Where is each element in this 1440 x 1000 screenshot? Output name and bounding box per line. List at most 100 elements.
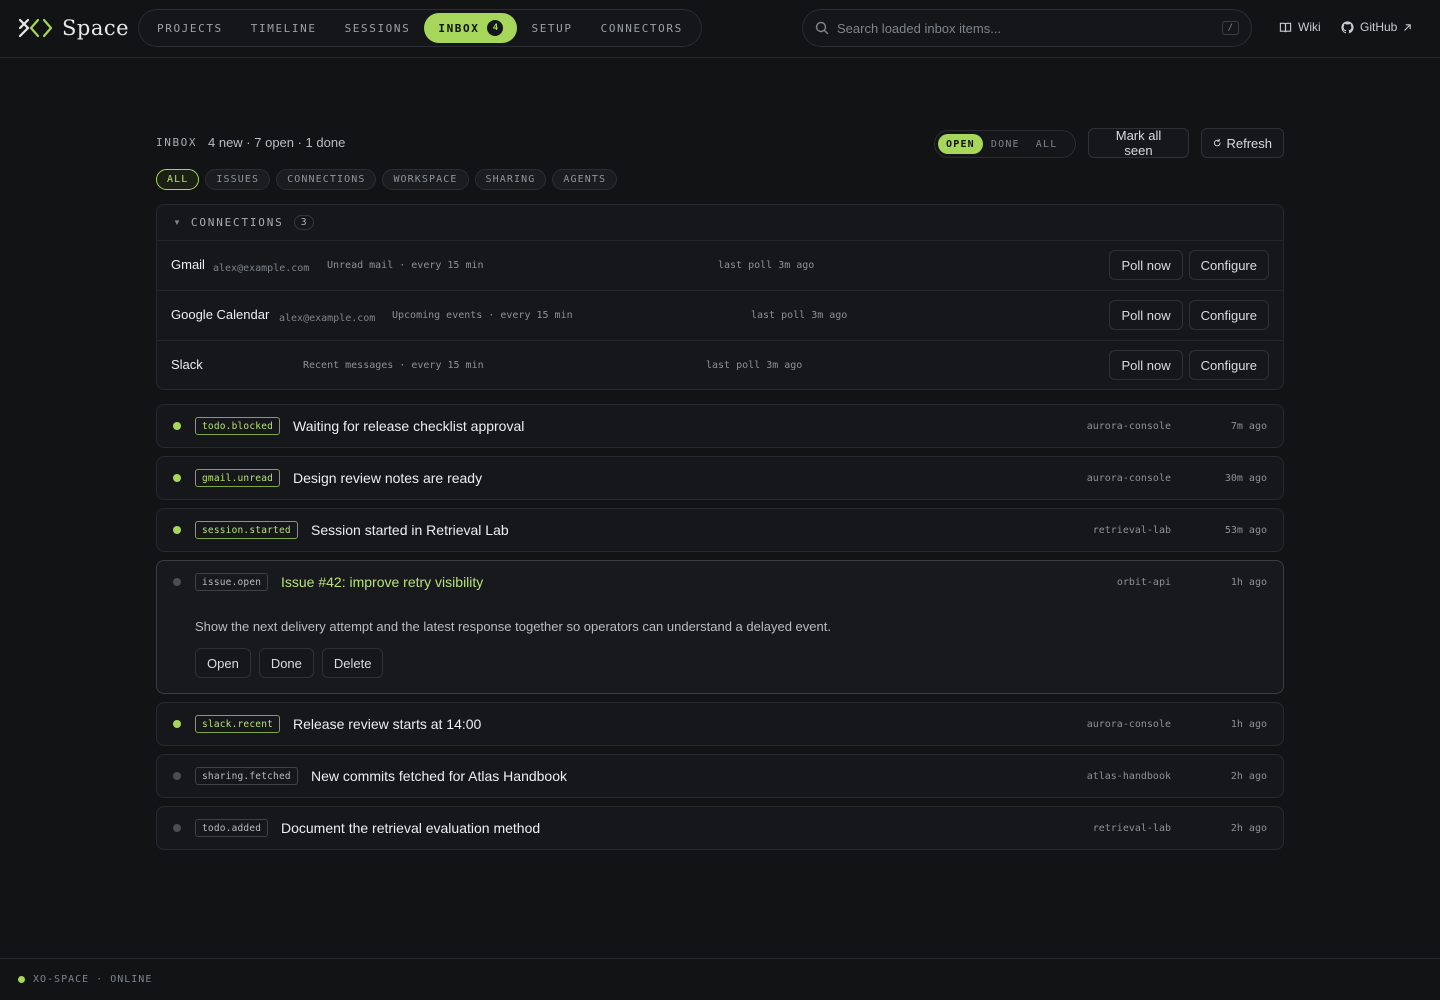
- wiki-label: Wiki: [1298, 20, 1321, 34]
- filter-connections[interactable]: CONNECTIONS: [276, 169, 377, 190]
- nav-projects[interactable]: PROJECTS: [143, 13, 237, 43]
- status-segmented-control: OPEN DONE ALL: [934, 130, 1076, 158]
- inbox-stats: 4 new · 7 open · 1 done: [208, 135, 346, 150]
- item-time: 30m ago: [1224, 473, 1267, 484]
- top-bar: Space PROJECTS TIMELINE SESSIONS INBOX 4…: [0, 0, 1440, 58]
- configure-button[interactable]: Configure: [1188, 250, 1269, 280]
- nav-connectors[interactable]: CONNECTORS: [587, 13, 697, 43]
- read-dot: [173, 824, 181, 832]
- inbox-item[interactable]: todo.blocked Waiting for release checkli…: [156, 404, 1284, 448]
- item-title: Document the retrieval evaluation method: [281, 820, 541, 836]
- inbox-item[interactable]: todo.added Document the retrieval evalua…: [156, 806, 1284, 850]
- filter-agents[interactable]: AGENTS: [552, 169, 618, 190]
- online-status-dot: [18, 976, 25, 983]
- wiki-link[interactable]: Wiki: [1279, 20, 1321, 34]
- mark-all-seen-button[interactable]: Mark all seen: [1088, 128, 1189, 158]
- event-tag: slack.recent: [195, 715, 281, 733]
- configure-button[interactable]: Configure: [1188, 350, 1269, 380]
- event-tag: todo.blocked: [195, 417, 281, 435]
- item-actions: Open Done Delete: [195, 648, 384, 678]
- search-input[interactable]: [837, 20, 1222, 36]
- open-button[interactable]: Open: [195, 648, 251, 678]
- event-tag: gmail.unread: [195, 469, 281, 487]
- filter-workspace[interactable]: WORKSPACE: [382, 169, 469, 190]
- connection-name: Slack: [171, 357, 203, 372]
- connection-last-poll: last poll 3m ago: [751, 310, 848, 321]
- footer-status: XO-SPACE · ONLINE: [33, 974, 153, 985]
- item-project: aurora-console: [1086, 719, 1171, 730]
- connection-name: Gmail: [171, 257, 205, 272]
- connection-description: Unread mail · every 15 min: [327, 260, 484, 271]
- item-title: New commits fetched for Atlas Handbook: [311, 768, 568, 784]
- connection-description: Upcoming events · every 15 min: [392, 310, 573, 321]
- item-time: 1h ago: [1230, 719, 1267, 730]
- connections-count: 3: [293, 215, 314, 230]
- inbox-count-badge: 4: [487, 20, 504, 36]
- delete-button[interactable]: Delete: [321, 648, 384, 678]
- unread-dot: [173, 526, 181, 534]
- search-shortcut-hint: /: [1221, 21, 1239, 35]
- item-time: 2h ago: [1230, 771, 1267, 782]
- connections-header[interactable]: ▼ CONNECTIONS 3: [157, 205, 1283, 241]
- poll-now-button[interactable]: Poll now: [1109, 350, 1183, 380]
- event-tag: session.started: [195, 521, 298, 539]
- done-button[interactable]: Done: [258, 648, 314, 678]
- item-title-link[interactable]: Issue #42: improve retry visibility: [281, 574, 483, 590]
- segment-done[interactable]: DONE: [983, 134, 1028, 154]
- github-icon: [1341, 20, 1354, 33]
- github-label: GitHub: [1360, 20, 1398, 34]
- poll-now-button[interactable]: Poll now: [1109, 300, 1183, 330]
- filter-all[interactable]: ALL: [156, 169, 200, 190]
- nav-label: TIMELINE: [250, 21, 317, 35]
- external-link-icon: [1404, 23, 1412, 31]
- inbox-title: INBOX: [156, 136, 198, 149]
- nav-label: SESSIONS: [344, 21, 411, 35]
- app-name: Space: [62, 16, 130, 40]
- item-body: Show the next delivery attempt and the l…: [195, 619, 831, 634]
- item-title: Waiting for release checklist approval: [293, 418, 525, 434]
- inbox-item[interactable]: slack.recent Release review starts at 14…: [156, 702, 1284, 746]
- filter-issues[interactable]: ISSUES: [205, 169, 271, 190]
- logo[interactable]: Space: [18, 15, 129, 41]
- unread-dot: [173, 422, 181, 430]
- nav-sessions[interactable]: SESSIONS: [331, 13, 425, 43]
- item-project: retrieval-lab: [1092, 823, 1171, 834]
- inbox-item[interactable]: sharing.fetched New commits fetched for …: [156, 754, 1284, 798]
- connection-actions: Poll now Configure: [1109, 350, 1269, 380]
- connection-account: alex@example.com: [279, 313, 376, 324]
- connection-row-gmail: Gmail alex@example.com Unread mail · eve…: [157, 241, 1283, 291]
- refresh-button[interactable]: Refresh: [1201, 128, 1284, 158]
- inbox-header: INBOX 4 new · 7 open · 1 done OPEN DONE …: [156, 128, 1284, 158]
- nav-setup[interactable]: SETUP: [517, 13, 586, 43]
- event-tag: todo.added: [195, 819, 269, 837]
- nav-label: CONNECTORS: [600, 21, 683, 35]
- github-link[interactable]: GitHub: [1341, 20, 1412, 34]
- item-time: 2h ago: [1230, 823, 1267, 834]
- inbox-item[interactable]: session.started Session started in Retri…: [156, 508, 1284, 552]
- inbox-item-expanded[interactable]: issue.open Issue #42: improve retry visi…: [156, 560, 1284, 694]
- segment-all[interactable]: ALL: [1028, 134, 1066, 154]
- main-nav: PROJECTS TIMELINE SESSIONS INBOX 4 SETUP…: [138, 9, 702, 47]
- item-title: Release review starts at 14:00: [293, 716, 482, 732]
- item-time: 7m ago: [1230, 421, 1267, 432]
- status-footer: XO-SPACE · ONLINE: [0, 958, 1440, 1000]
- connection-description: Recent messages · every 15 min: [303, 360, 484, 371]
- refresh-icon: [1214, 138, 1221, 147]
- item-project: orbit-api: [1116, 577, 1171, 588]
- item-title: Design review notes are ready: [293, 470, 483, 486]
- inbox-item[interactable]: gmail.unread Design review notes are rea…: [156, 456, 1284, 500]
- segment-open[interactable]: OPEN: [938, 134, 983, 154]
- read-dot: [173, 772, 181, 780]
- poll-now-button[interactable]: Poll now: [1109, 250, 1183, 280]
- connection-name: Google Calendar: [171, 307, 270, 322]
- nav-timeline[interactable]: TIMELINE: [237, 13, 331, 43]
- connection-last-poll: last poll 3m ago: [718, 260, 815, 271]
- filter-chips: ALL ISSUES CONNECTIONS WORKSPACE SHARING…: [156, 169, 618, 190]
- configure-button[interactable]: Configure: [1188, 300, 1269, 330]
- filter-sharing[interactable]: SHARING: [474, 169, 547, 190]
- connection-row-slack: Slack Recent messages · every 15 min las…: [157, 341, 1283, 391]
- item-project: aurora-console: [1086, 473, 1171, 484]
- item-project: atlas-handbook: [1086, 771, 1171, 782]
- item-time: 1h ago: [1230, 577, 1267, 588]
- nav-inbox[interactable]: INBOX 4: [424, 13, 518, 43]
